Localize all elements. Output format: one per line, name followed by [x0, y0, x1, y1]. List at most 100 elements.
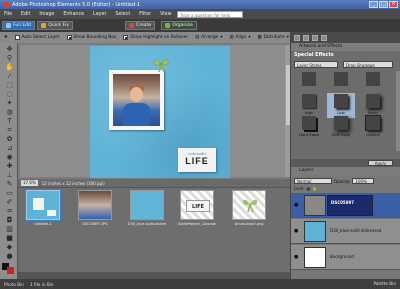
- zoom-tool-icon[interactable]: ⚲: [5, 54, 14, 62]
- show-bounding-checkbox[interactable]: [66, 35, 72, 40]
- layer-row[interactable]: ● Background: [291, 245, 400, 270]
- lock-transparency-icon[interactable]: ▦: [306, 186, 310, 191]
- photo-frame[interactable]: [109, 70, 164, 130]
- bin-item-paper[interactable]: D30_blue-solid-distressed...: [128, 190, 166, 240]
- pencil-tool-icon[interactable]: ✎: [5, 180, 14, 188]
- palette-tool-icon[interactable]: [312, 34, 318, 41]
- apply-button[interactable]: Apply: [367, 160, 393, 166]
- layer-row[interactable]: ● DSC05897: [291, 193, 400, 218]
- style-swatch: [302, 72, 316, 86]
- align-dropdown[interactable]: ▥ Align ▾: [229, 35, 250, 40]
- selection-brush-tool-icon[interactable]: ◍: [5, 108, 14, 116]
- close-button[interactable]: ×: [389, 1, 398, 8]
- full-edit-button[interactable]: Full Edit: [2, 21, 36, 30]
- auto-select-option[interactable]: Auto Select Layer: [14, 35, 60, 40]
- spot-healing-tool-icon[interactable]: ✚: [5, 162, 14, 170]
- eye-icon[interactable]: ●: [294, 202, 300, 208]
- layer-name: DSC05897: [331, 200, 355, 205]
- impressionist-brush-tool-icon[interactable]: ♒: [5, 207, 14, 215]
- distribute-dropdown[interactable]: ▦ Distribute ▾: [258, 35, 289, 40]
- photo-bin-toggle[interactable]: Photo Bin: [4, 282, 24, 287]
- crop-tool-icon[interactable]: ⌗: [5, 126, 14, 134]
- paint-bucket-tool-icon[interactable]: ◘: [5, 216, 14, 224]
- effects-category-select[interactable]: Layer Styles: [294, 61, 338, 68]
- effects-subcategory-select[interactable]: Drop Shadows: [343, 61, 393, 68]
- auto-select-checkbox[interactable]: [14, 35, 20, 40]
- bin-caption: AddiePalmer_ColoradoLife...: [178, 222, 216, 226]
- magic-wand-tool-icon[interactable]: ✦: [5, 99, 14, 107]
- menu-file[interactable]: File: [4, 12, 12, 17]
- blend-mode-select[interactable]: Normal: [294, 178, 332, 184]
- full-edit-icon: [6, 23, 11, 28]
- menu-image[interactable]: Image: [39, 12, 54, 17]
- title-bar: Adobe Photoshop Elements 5.0 (Editor) - …: [0, 0, 400, 9]
- artwork-effects-header[interactable]: Artwork and Effects: [291, 43, 400, 51]
- show-highlight-checkbox[interactable]: [123, 35, 129, 40]
- zoom-level[interactable]: 17.6%: [21, 180, 38, 186]
- background-color-swatch[interactable]: [7, 267, 14, 274]
- opacity-input[interactable]: 100%: [352, 178, 375, 184]
- cookie-cutter-tool-icon[interactable]: ✿: [5, 135, 14, 143]
- eyedropper-tool-icon[interactable]: ⁄: [5, 72, 14, 80]
- organize-button[interactable]: Organize: [161, 21, 197, 30]
- minimize-button[interactable]: _: [369, 1, 378, 8]
- marquee-tool-icon[interactable]: ⬚: [5, 81, 14, 89]
- document-size-info[interactable]: 12 inches x 12 inches (300 ppi): [42, 181, 105, 186]
- menu-enhance[interactable]: Enhance: [63, 12, 84, 17]
- eye-icon[interactable]: ●: [294, 254, 300, 260]
- effects-scrollbar[interactable]: [396, 71, 400, 151]
- bin-file-count: 1 file in Bin: [29, 281, 54, 287]
- blur-tool-icon[interactable]: ◆: [5, 243, 14, 251]
- shape-tool-icon[interactable]: ■: [5, 234, 14, 242]
- palette-tool-icon[interactable]: [294, 34, 300, 41]
- layer-row[interactable]: ● D30_blue-solid distressed: [291, 219, 400, 244]
- bin-thumb-photo: [78, 190, 112, 220]
- help-search-input[interactable]: Type a question for help: [177, 10, 243, 18]
- maximize-button[interactable]: □: [379, 1, 388, 8]
- lock-icon[interactable]: 🔒: [312, 186, 317, 191]
- hand-tool-icon[interactable]: ✋: [5, 63, 14, 71]
- menu-layer[interactable]: Layer: [93, 12, 106, 17]
- distribute-label: Distribute: [263, 35, 285, 40]
- show-bounding-option[interactable]: Show Bounding Box: [66, 35, 116, 40]
- quick-fix-button[interactable]: Quick Fix: [37, 21, 73, 30]
- clone-stamp-tool-icon[interactable]: ⊥: [5, 171, 14, 179]
- menu-edit[interactable]: Edit: [21, 12, 30, 17]
- bin-item-photo[interactable]: DSC05897.JPG: [76, 190, 114, 240]
- eye-icon[interactable]: ●: [294, 228, 300, 234]
- palette-bin-toggle[interactable]: Palette Bin: [373, 281, 396, 286]
- style-thumb-soft-edge[interactable]: Soft Edge: [327, 115, 355, 140]
- layers-header[interactable]: Layers: [291, 167, 400, 175]
- bin-item-tag[interactable]: LIFE AddiePalmer_ColoradoLife...: [178, 190, 216, 240]
- straighten-tool-icon[interactable]: ⊿: [5, 144, 14, 152]
- red-eye-tool-icon[interactable]: ◉: [5, 153, 14, 161]
- menu-select[interactable]: Select: [115, 12, 130, 17]
- palette-tool-icon[interactable]: [303, 34, 309, 41]
- gradient-tool-icon[interactable]: ▥: [5, 225, 14, 233]
- bin-thumb-paper: [130, 190, 164, 220]
- create-button[interactable]: Create: [124, 21, 156, 30]
- scrollbar-thumb[interactable]: [285, 65, 290, 125]
- sponge-tool-icon[interactable]: ●: [5, 252, 14, 260]
- palette-tool-icon[interactable]: [321, 34, 327, 41]
- green-bow-embellishment[interactable]: [152, 58, 170, 72]
- lasso-tool-icon[interactable]: ◌: [5, 90, 14, 98]
- brush-tool-icon[interactable]: ✐: [5, 198, 14, 206]
- bin-thumb-page: [26, 190, 60, 220]
- show-highlight-option[interactable]: Show Highlight on Rollover: [123, 35, 188, 40]
- canvas-area[interactable]: colorado LIFE: [20, 45, 285, 178]
- colorado-life-tag[interactable]: colorado LIFE: [178, 148, 216, 172]
- bin-item-bow[interactable]: lshule-bow3.png: [230, 190, 268, 240]
- style-thumb-outline[interactable]: Outline: [359, 115, 387, 140]
- menu-view[interactable]: View: [160, 12, 171, 17]
- style-swatch: [334, 94, 348, 108]
- eraser-tool-icon[interactable]: ▭: [5, 189, 14, 197]
- type-tool-icon[interactable]: T: [5, 117, 14, 125]
- style-thumb-hard-edge[interactable]: Hard Edge: [295, 115, 323, 140]
- menu-filter[interactable]: Filter: [139, 12, 151, 17]
- bin-item-untitled[interactable]: Untitled-1: [24, 190, 62, 240]
- move-tool-icon[interactable]: ✥: [5, 45, 14, 53]
- scrapbook-page[interactable]: colorado LIFE: [90, 46, 230, 178]
- arrange-dropdown[interactable]: ▤ Arrange ▾: [195, 35, 222, 40]
- create-label: Create: [135, 23, 152, 28]
